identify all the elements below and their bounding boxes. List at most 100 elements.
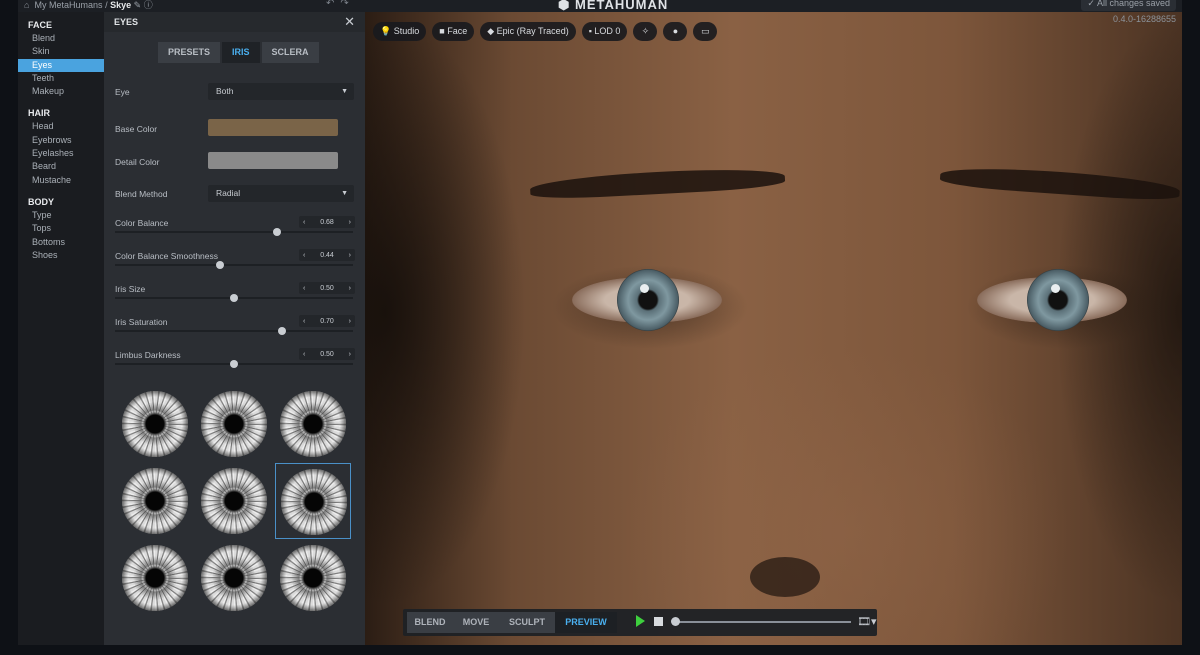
slider-knob[interactable] (230, 294, 238, 302)
slider-track[interactable] (115, 327, 353, 335)
nav-item-makeup[interactable]: Makeup (18, 85, 104, 98)
tab-iris[interactable]: IRIS (222, 42, 260, 63)
iris-preset[interactable] (196, 386, 272, 462)
iris-preset[interactable] (117, 463, 193, 539)
nav-item-head[interactable]: Head (18, 120, 104, 133)
chevron-left-icon[interactable]: ‹ (303, 318, 305, 325)
stepper-value[interactable]: 0.68 (320, 219, 334, 226)
detail-color-swatch[interactable] (208, 152, 338, 169)
iris-preset[interactable] (196, 463, 272, 539)
nav-item-eyebrows[interactable]: Eyebrows (18, 134, 104, 147)
bulb-icon: 💡 (380, 26, 392, 36)
mode-preview[interactable]: PREVIEW (555, 612, 617, 633)
chevron-right-icon[interactable]: › (349, 318, 351, 325)
screen-icon[interactable]: ▭ (693, 22, 718, 41)
blend-method-value: Radial (216, 188, 241, 198)
sun-icon[interactable]: ✧ (633, 22, 658, 41)
redo-icon[interactable]: ↷ (340, 0, 354, 9)
slider-knob[interactable] (277, 327, 286, 335)
chevron-right-icon[interactable]: › (349, 351, 351, 358)
undo-redo: ↶↷ (326, 0, 355, 9)
pencil-icon[interactable]: ✎ (134, 0, 142, 10)
tab-sclera[interactable]: SCLERA (261, 42, 319, 63)
timeline-scrubber[interactable] (671, 617, 851, 626)
iris-preset-selected[interactable] (275, 463, 351, 539)
animation-select-icon[interactable]: 🎞▾ (857, 615, 877, 628)
value-stepper[interactable]: ‹ 0.70 › (299, 315, 355, 327)
eyes-panel: EYES ✕ PRESETS IRIS SCLERA Eye Both ▼ Ba… (104, 12, 365, 645)
iris-preset[interactable] (275, 540, 351, 616)
slider-track[interactable] (115, 228, 353, 236)
nav-item-eyelashes[interactable]: Eyelashes (18, 147, 104, 160)
mode-move[interactable]: MOVE (453, 612, 499, 633)
quality-button[interactable]: ◆ Epic (Ray Traced) (480, 22, 576, 41)
chevron-left-icon[interactable]: ‹ (303, 351, 305, 358)
bottom-frame (0, 645, 1200, 655)
iris-preset[interactable] (117, 386, 193, 462)
play-icon[interactable] (636, 615, 645, 627)
stop-icon[interactable] (654, 617, 663, 626)
3d-viewport[interactable]: 💡 Studio ■ Face ◆ Epic (Ray Traced) ▪ LO… (365, 12, 1182, 645)
nav-item-eyes[interactable]: Eyes (18, 58, 104, 72)
nav-item-beard[interactable]: Beard (18, 160, 104, 173)
iris-thumbnail (280, 391, 346, 457)
value-stepper[interactable]: ‹ 0.50 › (299, 348, 355, 360)
slider-track[interactable] (115, 360, 353, 368)
eye-select[interactable]: Both ▼ (208, 83, 354, 100)
iris-preset[interactable] (196, 540, 272, 616)
chevron-right-icon[interactable]: › (349, 285, 351, 292)
value-stepper[interactable]: ‹ 0.44 › (299, 249, 355, 261)
slider-label: Limbus Darkness (115, 350, 181, 360)
slider-label: Color Balance (115, 218, 169, 228)
nav-item-shoes[interactable]: Shoes (18, 249, 104, 262)
nav-item-skin[interactable]: Skin (18, 45, 104, 58)
value-stepper[interactable]: ‹ 0.50 › (299, 282, 355, 294)
face-camera-button[interactable]: ■ Face (432, 22, 475, 41)
breadcrumb-root[interactable]: My MetaHumans (35, 0, 103, 10)
undo-icon[interactable]: ↶ (326, 0, 340, 9)
chevron-right-icon[interactable]: › (349, 252, 351, 259)
chevron-left-icon[interactable]: ‹ (303, 285, 305, 292)
iris-preset[interactable] (275, 386, 351, 462)
info-icon[interactable]: ⓘ (144, 0, 153, 10)
stepper-value[interactable]: 0.70 (320, 318, 334, 325)
base-color-swatch[interactable] (208, 119, 338, 136)
right-iris (1027, 269, 1089, 331)
nav-item-teeth[interactable]: Teeth (18, 72, 104, 85)
nav-item-bottoms[interactable]: Bottoms (18, 236, 104, 249)
home-icon[interactable]: ⌂ (24, 0, 32, 10)
scrubber-knob[interactable] (671, 617, 680, 626)
nav-item-tops[interactable]: Tops (18, 222, 104, 235)
slider-knob[interactable] (230, 360, 238, 368)
iris-preset[interactable] (117, 540, 193, 616)
nav-item-mustache[interactable]: Mustache (18, 174, 104, 187)
tab-presets[interactable]: PRESETS (158, 42, 221, 63)
chevron-left-icon[interactable]: ‹ (303, 252, 305, 259)
mode-toolbar: BLEND MOVE SCULPT PREVIEW 🎞▾ (403, 609, 877, 636)
close-icon[interactable]: ✕ (344, 14, 355, 30)
stepper-value[interactable]: 0.50 (320, 285, 334, 292)
face-camera-label: Face (447, 26, 468, 36)
slider-knob[interactable] (272, 228, 281, 236)
slider-knob[interactable] (215, 261, 224, 269)
studio-button[interactable]: 💡 Studio (373, 22, 427, 41)
logo-text: METAHUMAN (574, 0, 669, 12)
iris-thumbnail (201, 468, 267, 534)
panel-tabs: PRESETS IRIS SCLERA (158, 42, 321, 63)
stepper-value[interactable]: 0.44 (320, 252, 334, 259)
blend-method-select[interactable]: Radial ▼ (208, 185, 354, 202)
slider-track[interactable] (115, 294, 353, 302)
head-icon[interactable]: ● (663, 22, 688, 41)
mode-sculpt[interactable]: SCULPT (499, 612, 555, 633)
stepper-value[interactable]: 0.50 (320, 351, 334, 358)
value-stepper[interactable]: ‹ 0.68 › (299, 216, 355, 228)
lod-button[interactable]: ▪ LOD 0 (581, 22, 628, 41)
nav-item-type[interactable]: Type (18, 209, 104, 222)
eye-select-value: Both (216, 86, 234, 96)
slider-track[interactable] (115, 261, 353, 269)
chevron-right-icon[interactable]: › (349, 219, 351, 226)
mode-blend[interactable]: BLEND (407, 612, 453, 633)
nav-item-blend[interactable]: Blend (18, 32, 104, 45)
breadcrumb-current: Skye (110, 0, 132, 10)
chevron-left-icon[interactable]: ‹ (303, 219, 305, 226)
